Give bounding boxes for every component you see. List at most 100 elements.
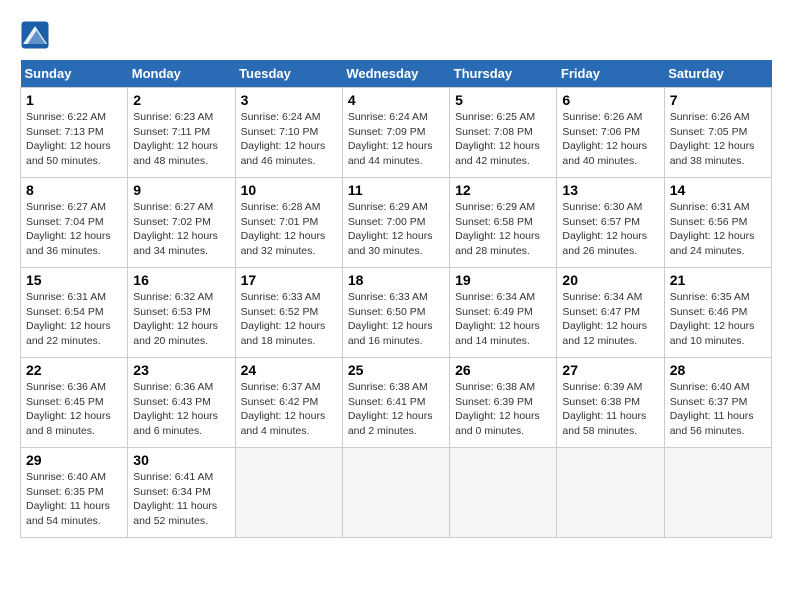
day-cell: 19 Sunrise: 6:34 AM Sunset: 6:49 PM Dayli… bbox=[450, 268, 557, 358]
day-number: 26 bbox=[455, 362, 551, 378]
day-number: 11 bbox=[348, 182, 444, 198]
day-cell: 29Sunrise: 6:40 AM Sunset: 6:35 PM Dayli… bbox=[21, 448, 128, 538]
day-info: Sunrise: 6:36 AM Sunset: 6:45 PM Dayligh… bbox=[26, 380, 122, 439]
day-cell: 23 Sunrise: 6:36 AM Sunset: 6:43 PM Dayli… bbox=[128, 358, 235, 448]
day-info: Sunrise: 6:24 AM Sunset: 7:09 PM Dayligh… bbox=[348, 110, 444, 169]
header-saturday: Saturday bbox=[664, 60, 771, 88]
day-number: 16 bbox=[133, 272, 229, 288]
day-number: 2 bbox=[133, 92, 229, 108]
day-cell: 12Sunrise: 6:29 AM Sunset: 6:58 PM Dayli… bbox=[450, 178, 557, 268]
day-number: 28 bbox=[670, 362, 766, 378]
day-info: Sunrise: 6:26 AM Sunset: 7:06 PM Dayligh… bbox=[562, 110, 658, 169]
day-cell bbox=[664, 448, 771, 538]
day-info: Sunrise: 6:34 AM Sunset: 6:49 PM Dayligh… bbox=[455, 290, 551, 349]
day-number: 20 bbox=[562, 272, 658, 288]
day-info: Sunrise: 6:31 AM Sunset: 6:56 PM Dayligh… bbox=[670, 200, 766, 259]
day-number: 22 bbox=[26, 362, 122, 378]
day-cell bbox=[557, 448, 664, 538]
day-number: 25 bbox=[348, 362, 444, 378]
day-cell bbox=[450, 448, 557, 538]
day-cell: 13Sunrise: 6:30 AM Sunset: 6:57 PM Dayli… bbox=[557, 178, 664, 268]
day-cell: 20 Sunrise: 6:34 AM Sunset: 6:47 PM Dayli… bbox=[557, 268, 664, 358]
day-number: 7 bbox=[670, 92, 766, 108]
day-cell: 10Sunrise: 6:28 AM Sunset: 7:01 PM Dayli… bbox=[235, 178, 342, 268]
day-info: Sunrise: 6:33 AM Sunset: 6:50 PM Dayligh… bbox=[348, 290, 444, 349]
day-info: Sunrise: 6:34 AM Sunset: 6:47 PM Dayligh… bbox=[562, 290, 658, 349]
day-cell: 6 Sunrise: 6:26 AM Sunset: 7:06 PM Daylig… bbox=[557, 88, 664, 178]
day-number: 17 bbox=[241, 272, 337, 288]
day-info: Sunrise: 6:38 AM Sunset: 6:39 PM Dayligh… bbox=[455, 380, 551, 439]
day-info: Sunrise: 6:40 AM Sunset: 6:37 PM Dayligh… bbox=[670, 380, 766, 439]
day-info: Sunrise: 6:27 AM Sunset: 7:02 PM Dayligh… bbox=[133, 200, 229, 259]
day-number: 8 bbox=[26, 182, 122, 198]
week-row-4: 22 Sunrise: 6:36 AM Sunset: 6:45 PM Dayli… bbox=[21, 358, 772, 448]
day-cell: 8 Sunrise: 6:27 AM Sunset: 7:04 PM Daylig… bbox=[21, 178, 128, 268]
week-row-2: 8 Sunrise: 6:27 AM Sunset: 7:04 PM Daylig… bbox=[21, 178, 772, 268]
day-number: 23 bbox=[133, 362, 229, 378]
day-info: Sunrise: 6:37 AM Sunset: 6:42 PM Dayligh… bbox=[241, 380, 337, 439]
day-number: 21 bbox=[670, 272, 766, 288]
day-info: Sunrise: 6:22 AM Sunset: 7:13 PM Dayligh… bbox=[26, 110, 122, 169]
header-sunday: Sunday bbox=[21, 60, 128, 88]
day-number: 19 bbox=[455, 272, 551, 288]
day-info: Sunrise: 6:38 AM Sunset: 6:41 PM Dayligh… bbox=[348, 380, 444, 439]
page-header bbox=[20, 20, 772, 50]
day-cell: 17 Sunrise: 6:33 AM Sunset: 6:52 PM Dayli… bbox=[235, 268, 342, 358]
day-info: Sunrise: 6:26 AM Sunset: 7:05 PM Dayligh… bbox=[670, 110, 766, 169]
day-cell: 18 Sunrise: 6:33 AM Sunset: 6:50 PM Dayli… bbox=[342, 268, 449, 358]
day-cell: 14 Sunrise: 6:31 AM Sunset: 6:56 PM Dayli… bbox=[664, 178, 771, 268]
day-number: 4 bbox=[348, 92, 444, 108]
day-number: 30 bbox=[133, 452, 229, 468]
logo bbox=[20, 20, 54, 50]
day-number: 14 bbox=[670, 182, 766, 198]
day-cell: 5Sunrise: 6:25 AM Sunset: 7:08 PM Daylig… bbox=[450, 88, 557, 178]
header-row: SundayMondayTuesdayWednesdayThursdayFrid… bbox=[21, 60, 772, 88]
day-cell: 22 Sunrise: 6:36 AM Sunset: 6:45 PM Dayli… bbox=[21, 358, 128, 448]
day-cell: 1 Sunrise: 6:22 AM Sunset: 7:13 PM Daylig… bbox=[21, 88, 128, 178]
day-info: Sunrise: 6:29 AM Sunset: 7:00 PM Dayligh… bbox=[348, 200, 444, 259]
day-info: Sunrise: 6:36 AM Sunset: 6:43 PM Dayligh… bbox=[133, 380, 229, 439]
day-cell: 28 Sunrise: 6:40 AM Sunset: 6:37 PM Dayli… bbox=[664, 358, 771, 448]
day-info: Sunrise: 6:23 AM Sunset: 7:11 PM Dayligh… bbox=[133, 110, 229, 169]
day-cell: 7 Sunrise: 6:26 AM Sunset: 7:05 PM Daylig… bbox=[664, 88, 771, 178]
day-info: Sunrise: 6:27 AM Sunset: 7:04 PM Dayligh… bbox=[26, 200, 122, 259]
header-wednesday: Wednesday bbox=[342, 60, 449, 88]
day-number: 27 bbox=[562, 362, 658, 378]
week-row-3: 15Sunrise: 6:31 AM Sunset: 6:54 PM Dayli… bbox=[21, 268, 772, 358]
header-tuesday: Tuesday bbox=[235, 60, 342, 88]
day-cell bbox=[235, 448, 342, 538]
day-cell: 21 Sunrise: 6:35 AM Sunset: 6:46 PM Dayli… bbox=[664, 268, 771, 358]
day-cell: 16 Sunrise: 6:32 AM Sunset: 6:53 PM Dayli… bbox=[128, 268, 235, 358]
calendar-table: SundayMondayTuesdayWednesdayThursdayFrid… bbox=[20, 60, 772, 538]
header-friday: Friday bbox=[557, 60, 664, 88]
day-cell: 3 Sunrise: 6:24 AM Sunset: 7:10 PM Daylig… bbox=[235, 88, 342, 178]
day-info: Sunrise: 6:31 AM Sunset: 6:54 PM Dayligh… bbox=[26, 290, 122, 349]
day-cell: 30 Sunrise: 6:41 AM Sunset: 6:34 PM Dayli… bbox=[128, 448, 235, 538]
day-cell: 11 Sunrise: 6:29 AM Sunset: 7:00 PM Dayli… bbox=[342, 178, 449, 268]
day-info: Sunrise: 6:29 AM Sunset: 6:58 PM Dayligh… bbox=[455, 200, 551, 259]
day-info: Sunrise: 6:32 AM Sunset: 6:53 PM Dayligh… bbox=[133, 290, 229, 349]
day-info: Sunrise: 6:24 AM Sunset: 7:10 PM Dayligh… bbox=[241, 110, 337, 169]
day-number: 24 bbox=[241, 362, 337, 378]
day-info: Sunrise: 6:33 AM Sunset: 6:52 PM Dayligh… bbox=[241, 290, 337, 349]
day-cell: 15Sunrise: 6:31 AM Sunset: 6:54 PM Dayli… bbox=[21, 268, 128, 358]
week-row-5: 29Sunrise: 6:40 AM Sunset: 6:35 PM Dayli… bbox=[21, 448, 772, 538]
day-info: Sunrise: 6:41 AM Sunset: 6:34 PM Dayligh… bbox=[133, 470, 229, 529]
day-info: Sunrise: 6:35 AM Sunset: 6:46 PM Dayligh… bbox=[670, 290, 766, 349]
day-number: 10 bbox=[241, 182, 337, 198]
week-row-1: 1 Sunrise: 6:22 AM Sunset: 7:13 PM Daylig… bbox=[21, 88, 772, 178]
day-number: 5 bbox=[455, 92, 551, 108]
day-cell bbox=[342, 448, 449, 538]
day-info: Sunrise: 6:39 AM Sunset: 6:38 PM Dayligh… bbox=[562, 380, 658, 439]
day-number: 6 bbox=[562, 92, 658, 108]
day-number: 18 bbox=[348, 272, 444, 288]
day-cell: 2 Sunrise: 6:23 AM Sunset: 7:11 PM Daylig… bbox=[128, 88, 235, 178]
logo-icon bbox=[20, 20, 50, 50]
day-cell: 26 Sunrise: 6:38 AM Sunset: 6:39 PM Dayli… bbox=[450, 358, 557, 448]
day-cell: 27 Sunrise: 6:39 AM Sunset: 6:38 PM Dayli… bbox=[557, 358, 664, 448]
day-number: 1 bbox=[26, 92, 122, 108]
day-number: 9 bbox=[133, 182, 229, 198]
header-monday: Monday bbox=[128, 60, 235, 88]
day-cell: 4 Sunrise: 6:24 AM Sunset: 7:09 PM Daylig… bbox=[342, 88, 449, 178]
day-number: 3 bbox=[241, 92, 337, 108]
